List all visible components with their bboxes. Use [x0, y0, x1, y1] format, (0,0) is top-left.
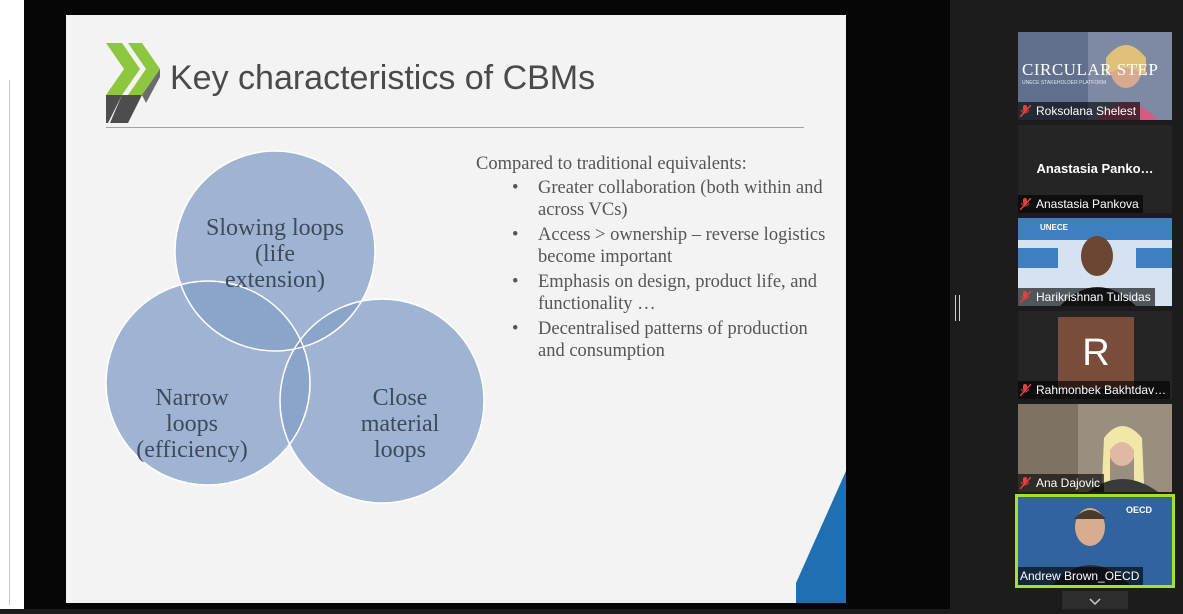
slide-corner-decoration — [796, 471, 846, 603]
list-item: Decentralised patterns of production and… — [512, 318, 834, 362]
participant-name: Anastasia Pankova — [1018, 195, 1143, 213]
list-item: Greater collaboration (both within and a… — [512, 177, 834, 221]
mic-muted-icon — [1020, 198, 1031, 210]
participant-name: Andrew Brown_OECD — [1018, 567, 1144, 585]
venn-label-narrow-loops: Narrow loops (efficiency) — [136, 385, 248, 463]
list-intro: Compared to traditional equivalents: — [476, 154, 747, 174]
oecd-banner: OECD — [1126, 505, 1153, 515]
participant-tile[interactable]: CIRCULAR STEP UNECE STAKEHOLDER PLATFORM… — [1018, 32, 1172, 120]
venn-label-slowing-loops: Slowing loops (life extension) — [205, 215, 345, 293]
video-overlay-text: CIRCULAR STEP — [1022, 60, 1159, 79]
list-item: Emphasis on design, product life, and fu… — [512, 271, 834, 315]
mic-muted-icon — [1020, 384, 1031, 396]
participant-tile[interactable]: Anastasia Panko… Anastasia Pankova — [1018, 125, 1172, 213]
chevron-down-icon — [1089, 598, 1101, 606]
venn-label-close-material-loops: Close material loops — [360, 385, 440, 463]
participant-name: Roksolana Shelest — [1018, 102, 1141, 120]
mic-muted-icon — [1020, 477, 1031, 489]
participant-tile[interactable]: R Rahmonbek Bakhtdav… — [1018, 311, 1172, 399]
participant-name: Ana Dajovic — [1018, 474, 1105, 492]
avatar: R — [1058, 317, 1134, 389]
mic-muted-icon — [1020, 105, 1031, 117]
mic-muted-icon — [1020, 291, 1031, 303]
participant-tile[interactable]: UNECE Harikrishnan Tulsidas — [1018, 218, 1172, 306]
participant-tile-active-speaker[interactable]: OECD Andrew Brown_OECD — [1015, 494, 1175, 588]
unece-banner: UNECE — [1040, 223, 1069, 232]
left-panel-strip — [0, 0, 24, 609]
participant-tile[interactable]: Ana Dajovic — [1018, 404, 1172, 492]
participant-display-name: Anastasia Panko… — [1036, 161, 1154, 176]
characteristics-list: Compared to traditional equivalents: Gre… — [474, 153, 834, 365]
video-overlay-subtext: UNECE STAKEHOLDER PLATFORM — [1022, 80, 1106, 86]
venn-diagram — [105, 150, 485, 504]
presentation-slide: Key characteristics of CBMs Slowing loop… — [66, 15, 846, 603]
panel-resize-handle[interactable] — [955, 295, 960, 321]
scroll-down-button[interactable] — [1062, 591, 1128, 609]
participant-name: Rahmonbek Bakhtdav… — [1018, 381, 1171, 399]
participant-name: Harikrishnan Tulsidas — [1018, 288, 1155, 306]
shared-screen: Key characteristics of CBMs Slowing loop… — [24, 0, 950, 609]
list-item: Access > ownership – reverse logistics b… — [512, 224, 834, 268]
